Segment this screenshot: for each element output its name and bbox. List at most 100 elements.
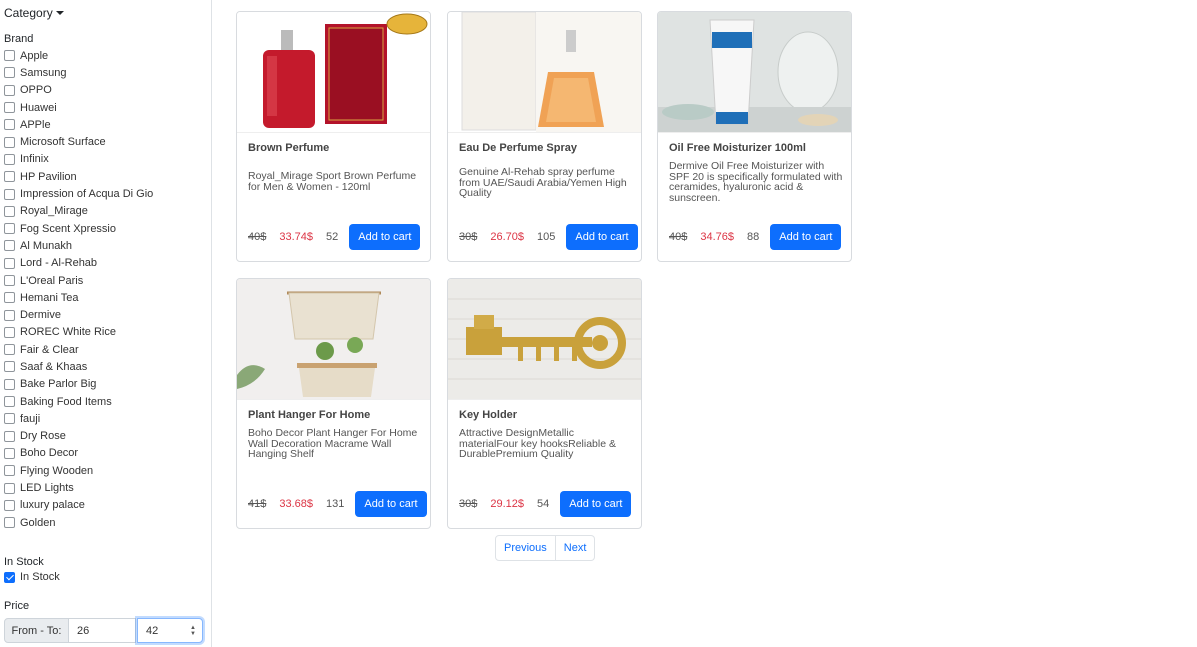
brand-filter-item[interactable]: APPle	[4, 116, 153, 133]
price-from-input[interactable]: 26	[69, 618, 136, 643]
brand-checkbox[interactable]	[4, 447, 15, 459]
brand-checkbox[interactable]	[4, 223, 15, 235]
brand-checkbox[interactable]	[4, 517, 15, 529]
brand-checkbox[interactable]	[4, 119, 15, 131]
brand-checkbox[interactable]	[4, 153, 15, 165]
brand-filter-item[interactable]: Baking Food Items	[4, 393, 153, 410]
add-to-cart-button[interactable]: Add to cart	[355, 491, 427, 517]
brand-filter-item[interactable]: Hemani Tea	[4, 289, 153, 306]
brand-checkbox[interactable]	[4, 309, 15, 321]
brand-label: Boho Decor	[20, 447, 79, 460]
brand-label: Dry Rose	[20, 430, 66, 443]
filter-sidebar: Category Brand Apple Samsung OPPO Huawei APP…	[0, 0, 212, 647]
product-card: Eau De Perfume Spray Genuine Al-Rehab sp…	[447, 11, 642, 262]
stock-count: 52	[326, 231, 339, 243]
brand-filter-item[interactable]: Impression of Acqua Di Gio	[4, 185, 153, 202]
product-description: Boho Decor Plant Hanger For Home Wall De…	[248, 427, 418, 460]
old-price: 30$	[459, 498, 478, 510]
brand-label: Lord - Al-Rehab	[20, 257, 98, 270]
brand-filter-item[interactable]: fauji	[4, 410, 153, 427]
previous-page-button[interactable]: Previous	[495, 535, 556, 561]
product-footer: 30$ 26.70$ 105 Add to cart	[459, 224, 638, 250]
brand-filter-item[interactable]: Fair & Clear	[4, 341, 153, 358]
new-price: 33.68$	[279, 498, 314, 510]
brand-filter-item[interactable]: Huawei	[4, 99, 153, 116]
brand-label: Golden	[20, 516, 56, 529]
brand-filter-item[interactable]: Royal_Mirage	[4, 203, 153, 220]
category-dropdown[interactable]: Category	[4, 6, 64, 20]
product-card: Key Holder Attractive DesignMetallic mat…	[447, 278, 642, 529]
brand-checkbox[interactable]	[4, 102, 15, 114]
brand-checkbox[interactable]	[4, 361, 15, 373]
in-stock-checkbox[interactable]	[4, 571, 15, 583]
add-to-cart-button[interactable]: Add to cart	[770, 224, 842, 250]
brand-checkbox[interactable]	[4, 482, 15, 494]
brand-checkbox[interactable]	[4, 240, 15, 252]
brand-label: Fog Scent Xpressio	[20, 222, 116, 235]
brand-filter-item[interactable]: Flying Wooden	[4, 462, 153, 479]
add-to-cart-button[interactable]: Add to cart	[349, 224, 421, 250]
brand-label: Bake Parlor Big	[20, 378, 97, 391]
brand-checkbox[interactable]	[4, 188, 15, 200]
key-holder-icon	[448, 279, 641, 399]
brand-checkbox[interactable]	[4, 50, 15, 62]
brand-filter-item[interactable]: Fog Scent Xpressio	[4, 220, 153, 237]
brand-filter-item[interactable]: luxury palace	[4, 497, 153, 514]
brand-checkbox[interactable]	[4, 396, 15, 408]
spinner-icon[interactable]: ▲ ▼	[190, 625, 196, 637]
brand-filter-item[interactable]: Al Munakh	[4, 237, 153, 254]
brand-label: Saaf & Khaas	[20, 360, 88, 373]
brand-checkbox[interactable]	[4, 257, 15, 269]
brand-checkbox[interactable]	[4, 465, 15, 477]
product-title: Oil Free Moisturizer 100ml	[669, 142, 806, 154]
brand-filter-item[interactable]: Samsung	[4, 64, 153, 81]
brand-checkbox[interactable]	[4, 430, 15, 442]
brand-checkbox[interactable]	[4, 499, 15, 511]
brand-filter-item[interactable]: LED Lights	[4, 479, 153, 496]
add-to-cart-button[interactable]: Add to cart	[560, 491, 632, 517]
brand-label: Fair & Clear	[20, 343, 79, 356]
brand-label: APPle	[20, 118, 51, 131]
product-footer: 41$ 33.68$ 131 Add to cart	[248, 491, 427, 517]
brand-filter-item[interactable]: Bake Parlor Big	[4, 376, 153, 393]
brand-checkbox[interactable]	[4, 205, 15, 217]
brand-filter-item[interactable]: Infinix	[4, 151, 153, 168]
in-stock-label: In Stock	[20, 571, 60, 583]
brand-checkbox[interactable]	[4, 171, 15, 183]
price-prefix: From - To:	[4, 618, 69, 643]
brand-filter-item[interactable]: Microsoft Surface	[4, 133, 153, 150]
brand-checkbox[interactable]	[4, 344, 15, 356]
brand-filter-item[interactable]: L'Oreal Paris	[4, 272, 153, 289]
brand-checkbox[interactable]	[4, 84, 15, 96]
product-image	[448, 279, 641, 400]
product-description: Attractive DesignMetallic materialFour k…	[459, 427, 616, 460]
brand-checkbox[interactable]	[4, 67, 15, 79]
brand-label: fauji	[20, 412, 41, 425]
price-to-input[interactable]: 42 ▲ ▼	[137, 618, 203, 643]
brand-filter-item[interactable]: Dermive	[4, 306, 153, 323]
brand-label: Samsung	[20, 66, 67, 79]
brand-filter-item[interactable]: Apple	[4, 47, 153, 64]
brand-filter-item[interactable]: Golden	[4, 514, 153, 531]
price-title: Price	[4, 600, 30, 612]
new-price: 26.70$	[490, 231, 525, 243]
next-page-button[interactable]: Next	[555, 535, 596, 561]
brand-filter-item[interactable]: OPPO	[4, 82, 153, 99]
product-description: Genuine Al-Rehab spray perfume from UAE/…	[459, 166, 627, 199]
brand-filter-item[interactable]: Lord - Al-Rehab	[4, 255, 153, 272]
brand-checkbox[interactable]	[4, 275, 15, 286]
brand-checkbox[interactable]	[4, 292, 15, 304]
brand-checkbox[interactable]	[4, 326, 15, 338]
brand-label: Flying Wooden	[20, 464, 94, 477]
brand-filter-item[interactable]: Saaf & Khaas	[4, 358, 153, 375]
add-to-cart-button[interactable]: Add to cart	[566, 224, 638, 250]
brand-checkbox[interactable]	[4, 136, 15, 148]
brand-filter-item[interactable]: Dry Rose	[4, 428, 153, 445]
in-stock-filter[interactable]: In Stock	[4, 571, 60, 583]
brand-checkbox[interactable]	[4, 413, 15, 425]
brand-filter-item[interactable]: Boho Decor	[4, 445, 153, 462]
brand-filter-item[interactable]: ROREC White Rice	[4, 324, 153, 341]
brand-checkbox[interactable]	[4, 378, 15, 390]
brand-label: Dermive	[20, 309, 61, 322]
brand-filter-item[interactable]: HP Pavilion	[4, 168, 153, 185]
